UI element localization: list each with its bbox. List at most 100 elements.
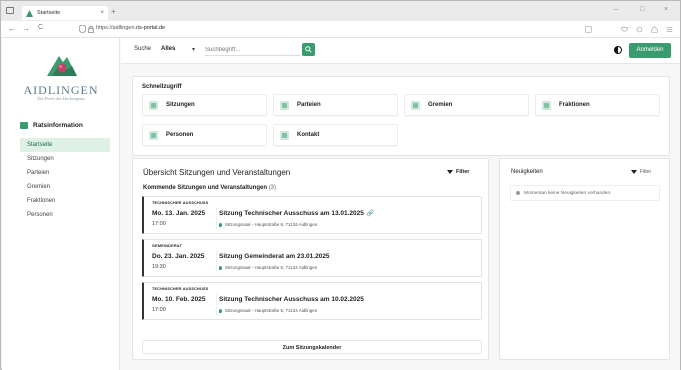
- event-location-text: Sitzungssaal - Hauptstraße 6, 71134 Aidl…: [225, 308, 318, 313]
- event-title[interactable]: Sitzung Technischer Ausschuss am 10.02.2…: [219, 296, 364, 303]
- event-category: GEMEINDERAT: [152, 244, 182, 248]
- quick-tile-label: Sitzungen: [166, 102, 195, 108]
- overview-count: (3): [268, 185, 277, 191]
- event-card[interactable]: GEMEINDERAT Do. 23. Jan. 2025 19:30 Sitz…: [142, 239, 482, 277]
- filter-label: Filter: [456, 169, 470, 175]
- back-button[interactable]: ←: [8, 24, 16, 33]
- event-location-text: Sitzungssaal - Hauptstraße 6, 71134 Aidl…: [225, 265, 318, 270]
- location-pin-icon: [219, 308, 222, 313]
- forward-button[interactable]: →: [22, 24, 30, 33]
- sidebar-section-title: Ratsinformation: [33, 122, 83, 129]
- search-button[interactable]: [302, 43, 315, 56]
- sidebar-item-parteien[interactable]: Parteien: [20, 166, 110, 180]
- event-title-text: Sitzung Technischer Ausschuss am 13.01.2…: [219, 210, 364, 217]
- home-icon[interactable]: [651, 26, 658, 33]
- sidebar-item-fraktionen[interactable]: Fraktionen: [20, 194, 110, 208]
- news-filter-button[interactable]: Filter: [631, 169, 651, 175]
- url-prefix: https://aidlingen.: [96, 25, 137, 31]
- quick-tile-kontakt[interactable]: Kontakt: [273, 124, 398, 146]
- browser-tab[interactable]: Startseite ×: [22, 6, 108, 20]
- url-domain: ris-portal.de: [136, 25, 166, 31]
- aidlingen-logo-icon[interactable]: [44, 50, 80, 80]
- info-icon: [516, 191, 520, 195]
- news-filter-label: Filter: [640, 169, 652, 175]
- overview-subtitle-text: Kommende Sitzungen und Veranstaltungen: [143, 185, 268, 191]
- ratsinformation-icon: [20, 122, 28, 129]
- news-empty-text: Momentan keine Neuigkeiten vorhanden.: [524, 190, 612, 196]
- maximize-icon[interactable]: □: [640, 6, 644, 13]
- search-input[interactable]: [205, 44, 300, 56]
- quick-tile-personen[interactable]: Personen: [142, 124, 267, 146]
- event-title[interactable]: Sitzung Technischer Ausschuss am 13.01.2…: [219, 210, 374, 217]
- event-card[interactable]: TECHNISCHER AUSSCHUSS Mo. 10. Feb. 2025 …: [142, 282, 482, 320]
- kontakt-icon: [280, 130, 289, 140]
- sessions-overview-panel: Übersicht Sitzungen und Veranstaltungen …: [132, 158, 489, 360]
- sidebar: AIDLINGEN Die Perle des Heckengäus Ratsi…: [2, 38, 120, 370]
- overview-title: Übersicht Sitzungen und Veranstaltungen: [143, 168, 291, 177]
- quick-access-title: Schnellzugriff: [142, 84, 182, 90]
- event-location: Sitzungssaal - Hauptstraße 6, 71134 Aidl…: [219, 265, 317, 270]
- search-scope-select[interactable]: Alles: [161, 46, 175, 52]
- extension-icon[interactable]: [585, 26, 592, 33]
- overview-filter-button[interactable]: Filter: [447, 169, 469, 175]
- fraktionen-icon: [542, 100, 551, 110]
- address-bar[interactable]: https://aidlingen.ris-portal.de: [96, 25, 165, 31]
- shield-icon[interactable]: [79, 25, 86, 33]
- event-time: 17:00: [152, 221, 166, 227]
- session-calendar-button[interactable]: Zum Sitzungskalender: [142, 340, 482, 354]
- event-date: Mo. 10. Feb. 2025: [152, 296, 206, 303]
- attachment-icon: 🔗: [366, 211, 375, 217]
- gremien-icon: [411, 100, 420, 110]
- event-time: 17:00: [152, 307, 166, 313]
- event-card[interactable]: TECHNISCHER AUSSCHUSS Mo. 13. Jan. 2025 …: [142, 196, 482, 234]
- login-button[interactable]: Anmelden: [629, 43, 671, 58]
- quick-tile-fraktionen[interactable]: Fraktionen: [535, 94, 660, 116]
- quick-tile-parteien[interactable]: Parteien: [273, 94, 398, 116]
- filter-icon: [447, 170, 453, 174]
- event-category: TECHNISCHER AUSSCHUSS: [152, 287, 209, 291]
- search-icon: [305, 46, 312, 53]
- tab-close-icon[interactable]: ×: [100, 10, 104, 16]
- quick-tile-sitzungen[interactable]: Sitzungen: [142, 94, 267, 116]
- theme-toggle-icon[interactable]: [614, 46, 622, 54]
- window-close-icon[interactable]: ×: [664, 6, 668, 13]
- menu-icon[interactable]: [666, 26, 673, 33]
- personen-icon: [149, 130, 158, 140]
- pocket-icon[interactable]: [621, 26, 628, 33]
- tab-title: Startseite: [37, 10, 61, 16]
- event-title-text: Sitzung Gemeinderat am 23.01.2025: [219, 253, 330, 260]
- sidebar-item-startseite[interactable]: Startseite: [20, 138, 110, 152]
- new-tab-button[interactable]: +: [111, 7, 116, 16]
- event-title[interactable]: Sitzung Gemeinderat am 23.01.2025: [219, 253, 330, 260]
- sidebar-item-gremien[interactable]: Gremien: [20, 180, 110, 194]
- sitzungen-icon: [149, 100, 158, 110]
- filter-icon: [631, 170, 637, 174]
- quick-tile-label: Personen: [166, 132, 194, 138]
- page: AIDLINGEN Die Perle des Heckengäus Ratsi…: [2, 38, 680, 370]
- chevron-down-icon[interactable]: ▾: [192, 46, 195, 53]
- logo-subtitle: Die Perle des Heckengäus: [37, 96, 85, 101]
- event-time: 19:30: [152, 264, 166, 270]
- location-pin-icon: [219, 265, 222, 270]
- event-location-text: Sitzungssaal - Hauptstraße 6, 71134 Aidl…: [225, 222, 318, 227]
- sidebar-section-header: Ratsinformation: [20, 122, 83, 129]
- event-title-text: Sitzung Technischer Ausschuss am 10.02.2…: [219, 296, 364, 303]
- sidebar-item-personen[interactable]: Personen: [20, 208, 110, 222]
- event-location: Sitzungssaal - Hauptstraße 6, 71134 Aidl…: [219, 308, 317, 313]
- quick-tile-gremien[interactable]: Gremien: [404, 94, 529, 116]
- lock-icon[interactable]: [88, 25, 94, 33]
- favicon-icon: [26, 9, 33, 17]
- sidebar-item-sitzungen[interactable]: Sitzungen: [20, 152, 110, 166]
- search-label: Suche: [134, 46, 152, 52]
- quick-access-panel: Schnellzugriff Sitzungen Parteien Gremie…: [132, 76, 670, 156]
- quick-tile-label: Kontakt: [297, 132, 320, 138]
- extensions-icon[interactable]: [636, 26, 643, 33]
- window-menu-icon[interactable]: [6, 7, 14, 14]
- minimize-icon[interactable]: –: [614, 6, 618, 13]
- quick-tile-label: Gremien: [428, 102, 453, 108]
- news-panel: Neuigkeiten Filter Momentan keine Neuigk…: [499, 158, 670, 360]
- reload-button[interactable]: C: [38, 24, 43, 31]
- event-category: TECHNISCHER AUSSCHUSS: [152, 201, 209, 205]
- event-date: Do. 23. Jan. 2025: [152, 253, 205, 260]
- event-location: Sitzungssaal - Hauptstraße 6, 71134 Aidl…: [219, 222, 317, 227]
